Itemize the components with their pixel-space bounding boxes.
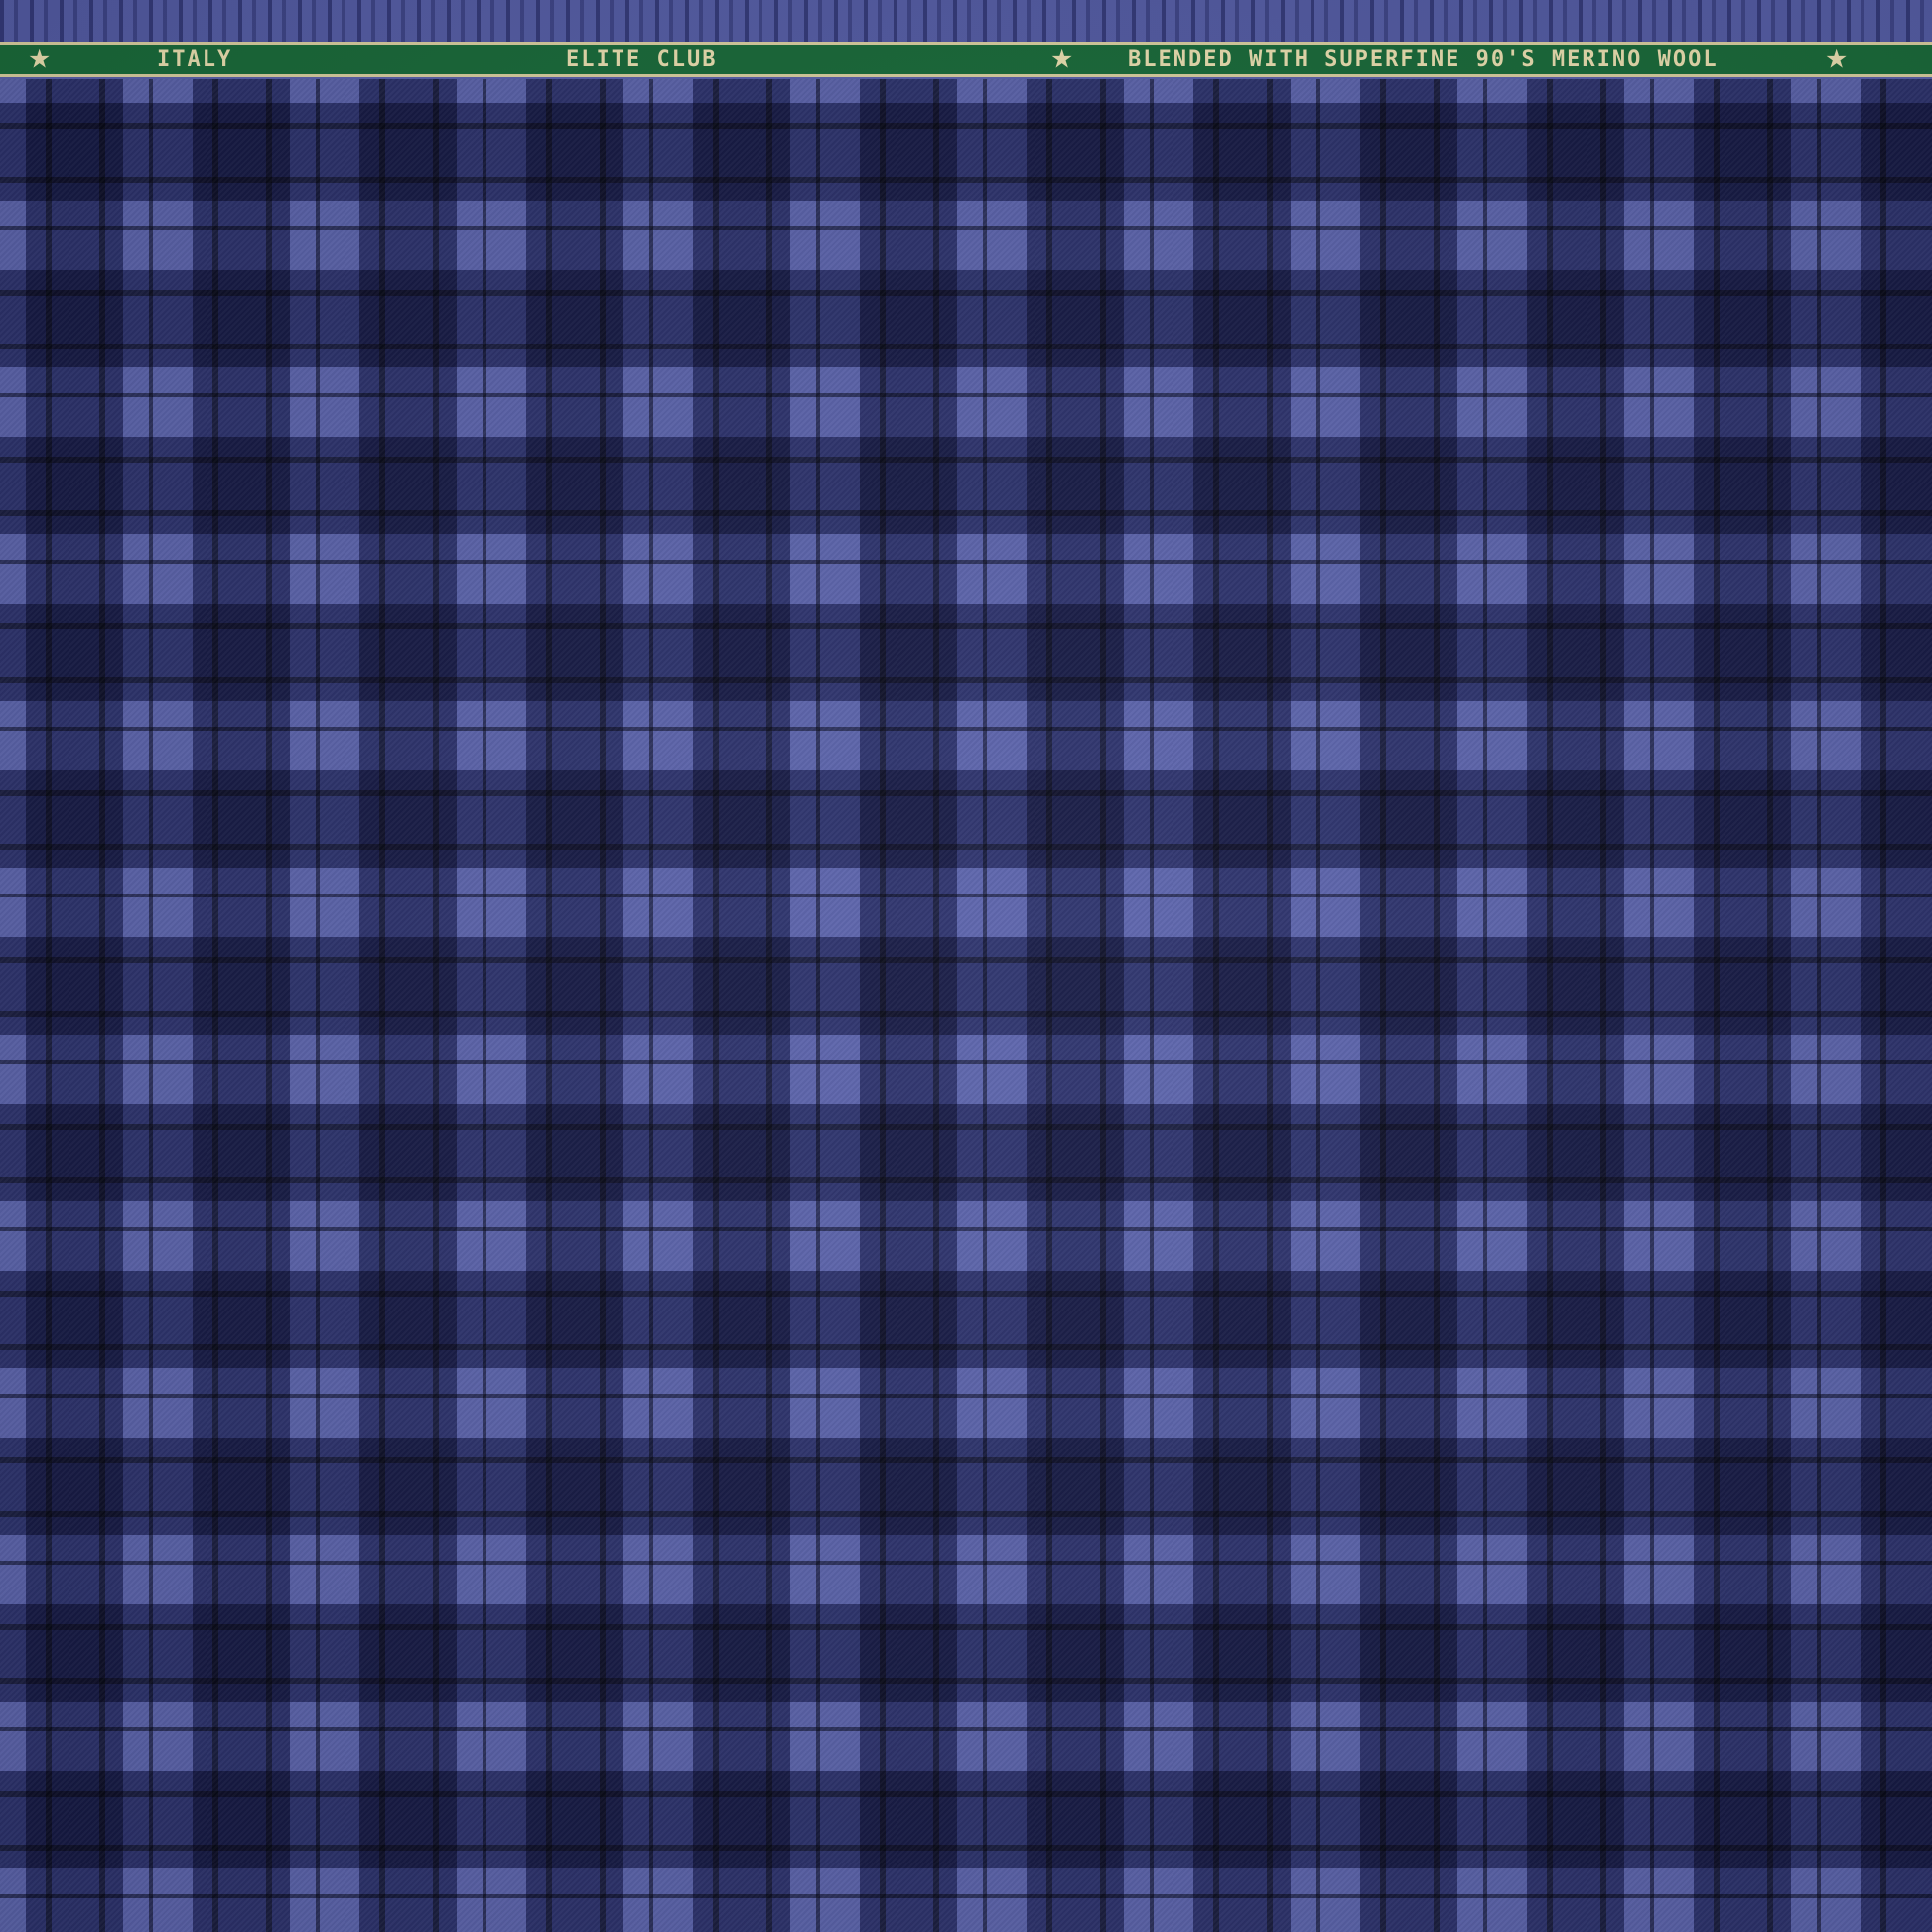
plaid-check-pattern: [0, 79, 1932, 1932]
selvedge-text-merino: BLENDED WITH SUPERFINE 90'S MERINO WOOL: [1128, 47, 1719, 71]
selvedge-text-italy: ITALY: [157, 47, 233, 71]
star-icon: ★: [1050, 44, 1074, 74]
top-woven-edge: [0, 0, 1932, 42]
selvedge-label-band: ★ ITALY ELITE CLUB ★ BLENDED WITH SUPERF…: [0, 42, 1932, 77]
plaid-fabric-swatch: ★ ITALY ELITE CLUB ★ BLENDED WITH SUPERF…: [0, 0, 1932, 1932]
star-icon: ★: [1825, 44, 1849, 74]
star-icon: ★: [28, 44, 52, 74]
selvedge-text-elite-club: ELITE CLUB: [566, 47, 718, 71]
twill-weave-texture: [0, 79, 1932, 1932]
